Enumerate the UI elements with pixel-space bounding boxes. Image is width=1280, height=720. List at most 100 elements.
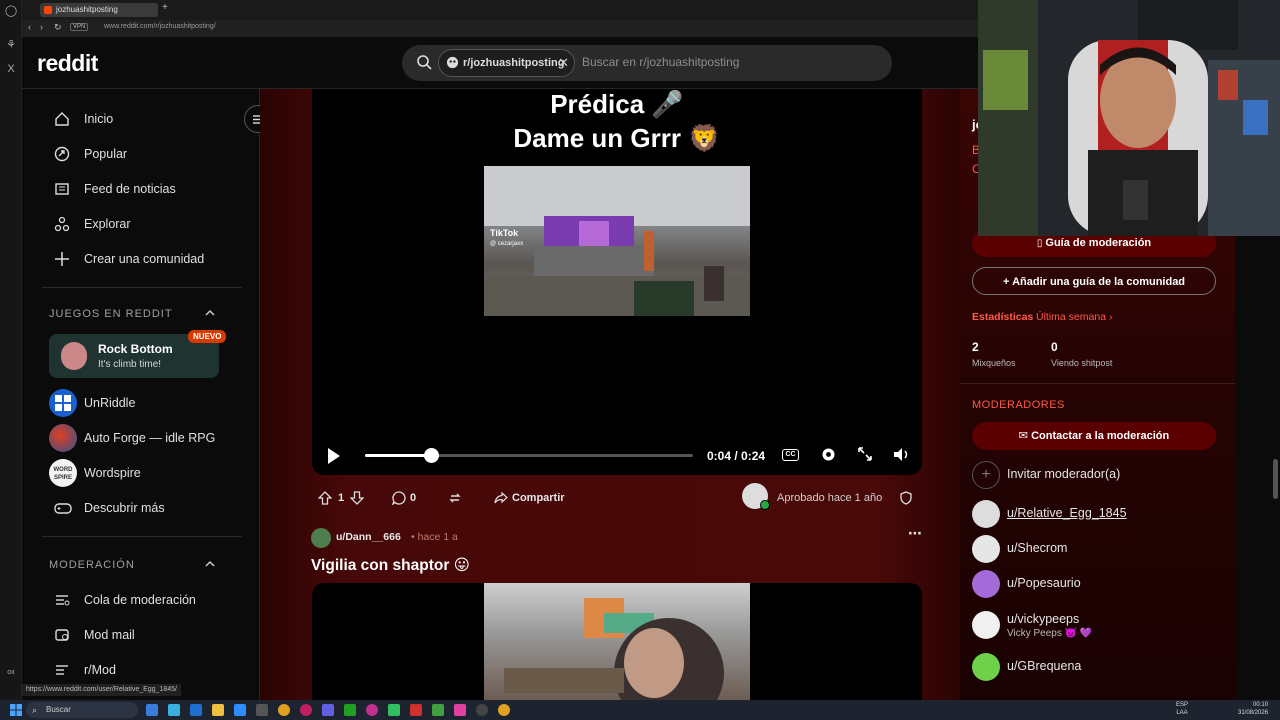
taskbar-search-label: Buscar	[46, 705, 71, 714]
app-icon[interactable]	[476, 704, 488, 716]
sidebar-item-wordspire[interactable]: WORD SPIRE Wordspire	[49, 459, 141, 487]
divider	[42, 536, 242, 537]
sidebar-item-inicio[interactable]: Inicio	[52, 109, 113, 129]
search-placeholder[interactable]: Buscar en r/jozhuashitposting	[582, 55, 739, 69]
reload-icon[interactable]: ↻	[54, 22, 62, 33]
browser-logo-icon[interactable]: ◯	[4, 4, 18, 18]
seek-handle[interactable]	[423, 448, 439, 463]
upvote-icon[interactable]	[318, 491, 332, 505]
address-bar[interactable]: ‹ › ↻ VPN www.reddit.com/r/jozhuashitpos…	[22, 20, 980, 37]
sidebar-item-news[interactable]: Feed de noticias	[52, 179, 176, 199]
fullscreen-icon[interactable]	[857, 446, 873, 462]
mod-queue-icon	[56, 595, 70, 606]
shield-icon[interactable]	[900, 491, 912, 505]
task-view-icon[interactable]	[146, 704, 158, 716]
button-label: Guía de moderación	[1045, 237, 1152, 249]
settings-icon[interactable]: ox	[4, 666, 18, 680]
x-social-icon[interactable]: X	[4, 62, 18, 76]
chrome-icon[interactable]	[498, 704, 510, 716]
add-community-guide-button[interactable]: + Añadir una guía de la comunidad	[972, 267, 1216, 295]
video-player[interactable]: Prédica 🎤 Dame un Grrr 🦁 TikTok @ cezarj…	[312, 89, 922, 475]
search-bar[interactable]: r/jozhuashitposting ✕ Buscar en r/jozhua…	[402, 45, 892, 81]
crosspost-icon[interactable]	[448, 491, 462, 505]
stats-period-dropdown[interactable]: Última semana ›	[1036, 311, 1112, 323]
mail-app-icon[interactable]	[190, 704, 202, 716]
settings-gear-icon[interactable]	[820, 446, 837, 463]
app-icon[interactable]	[256, 704, 268, 716]
edge-icon[interactable]	[234, 704, 246, 716]
stats-period-label: Última semana	[1036, 311, 1107, 323]
video-player[interactable]	[312, 583, 922, 703]
play-icon[interactable]	[326, 447, 342, 465]
app-icon[interactable]	[454, 704, 466, 716]
comment-icon	[392, 491, 406, 505]
minecraft-icon[interactable]	[432, 704, 444, 716]
media-player-icon[interactable]	[366, 704, 378, 716]
moderator-name[interactable]: u/Relative_Egg_1845	[1007, 506, 1127, 520]
scroll-thumb[interactable]	[1273, 459, 1278, 499]
windows-start-icon[interactable]	[10, 704, 22, 716]
downvote-icon[interactable]	[350, 491, 364, 505]
button-label: Contactar a la moderación	[1031, 430, 1170, 442]
discord-icon[interactable]	[322, 704, 334, 716]
new-tab-icon[interactable]: +	[162, 2, 168, 13]
chevron-right-icon: ›	[1108, 311, 1113, 323]
main-feed: Prédica 🎤 Dame un Grrr 🦁 TikTok @ cezarj…	[260, 89, 960, 703]
browser-tab[interactable]: jozhuashitposting	[40, 3, 158, 17]
vpn-badge[interactable]: VPN	[70, 23, 89, 31]
moderation-section-heading[interactable]: MODERACIÓN	[49, 559, 135, 571]
sidebar-item-mod-mail[interactable]: Mod mail	[52, 625, 135, 645]
seek-bar[interactable]	[365, 448, 693, 463]
sidebar-item-discover-more[interactable]: Descubrir más	[49, 494, 165, 522]
stat-value: 2	[972, 340, 979, 354]
vote-count: 1	[338, 492, 345, 504]
sidebar-item-r-mod[interactable]: r/Mod	[52, 660, 116, 680]
chevron-up-icon[interactable]	[204, 558, 216, 570]
sidebar-item-auto-forge[interactable]: Auto Forge — idle RPG	[49, 424, 215, 452]
contact-moderation-button[interactable]: ✉ Contactar a la moderación	[972, 422, 1216, 450]
video-controls: 0:04 / 0:24 CC	[312, 441, 922, 471]
sidebar-item-label: Inicio	[84, 112, 114, 126]
moderator-name[interactable]: u/Popesaurio	[1007, 576, 1081, 590]
moderator-name[interactable]: u/Shecrom	[1007, 541, 1067, 555]
button-label: Añadir una guía de la comunidad	[1012, 276, 1186, 288]
opera-icon[interactable]	[300, 704, 312, 716]
back-icon[interactable]: ‹	[28, 22, 31, 32]
invite-label: Invitar moderador(a)	[1007, 467, 1121, 481]
sidebar-item-unriddle[interactable]: UnRiddle	[49, 389, 135, 417]
share-button[interactable]: Compartir	[494, 485, 565, 511]
more-options-icon[interactable]: ⋯	[908, 525, 922, 542]
moderator-name[interactable]: u/GBrequena	[1007, 659, 1081, 673]
clock[interactable]: 00:10 31/08/2026	[1238, 701, 1268, 717]
games-section-heading[interactable]: JUEGOS EN REDDIT	[49, 308, 173, 320]
sidebar-item-create-community[interactable]: Crear una comunidad	[52, 249, 204, 269]
game-launcher-icon[interactable]	[388, 704, 400, 716]
extension-icon[interactable]: ⚘	[4, 38, 18, 52]
file-explorer-icon[interactable]	[212, 704, 224, 716]
church-stage-scene	[484, 166, 750, 316]
taskbar-search[interactable]: ⌕ Buscar	[26, 702, 138, 718]
obs-icon[interactable]	[410, 704, 422, 716]
language-indicator[interactable]: ESP LAA	[1176, 701, 1188, 717]
sidebar-item-popular[interactable]: Popular	[52, 144, 127, 164]
sidebar-item-explore[interactable]: Explorar	[52, 214, 131, 234]
comments-button[interactable]: 0	[392, 485, 426, 511]
chevron-up-icon[interactable]	[204, 307, 216, 319]
captions-icon[interactable]: CC	[782, 449, 799, 461]
sidebar-item-label: Cola de moderación	[84, 593, 196, 607]
volume-icon[interactable]	[892, 446, 910, 463]
reddit-logo[interactable]: reddit	[37, 50, 98, 77]
close-icon[interactable]: ✕	[558, 50, 569, 76]
xbox-icon[interactable]	[344, 704, 356, 716]
sidebar-item-mod-queue[interactable]: Cola de moderación	[52, 590, 196, 610]
chrome-icon[interactable]	[278, 704, 290, 716]
plus-icon	[55, 252, 69, 266]
store-icon[interactable]	[168, 704, 180, 716]
community-search-chip[interactable]: r/jozhuashitposting ✕	[438, 49, 575, 77]
forward-icon[interactable]: ›	[40, 22, 43, 32]
post-author[interactable]: u/Dann__666	[336, 531, 401, 543]
user-avatar[interactable]	[311, 528, 331, 548]
moderator-name[interactable]: u/vickypeeps	[1007, 612, 1079, 626]
url-text[interactable]: www.reddit.com/r/jozhuashitposting/	[104, 23, 216, 30]
post-title[interactable]: Vigilia con shaptor 😛	[311, 556, 470, 575]
